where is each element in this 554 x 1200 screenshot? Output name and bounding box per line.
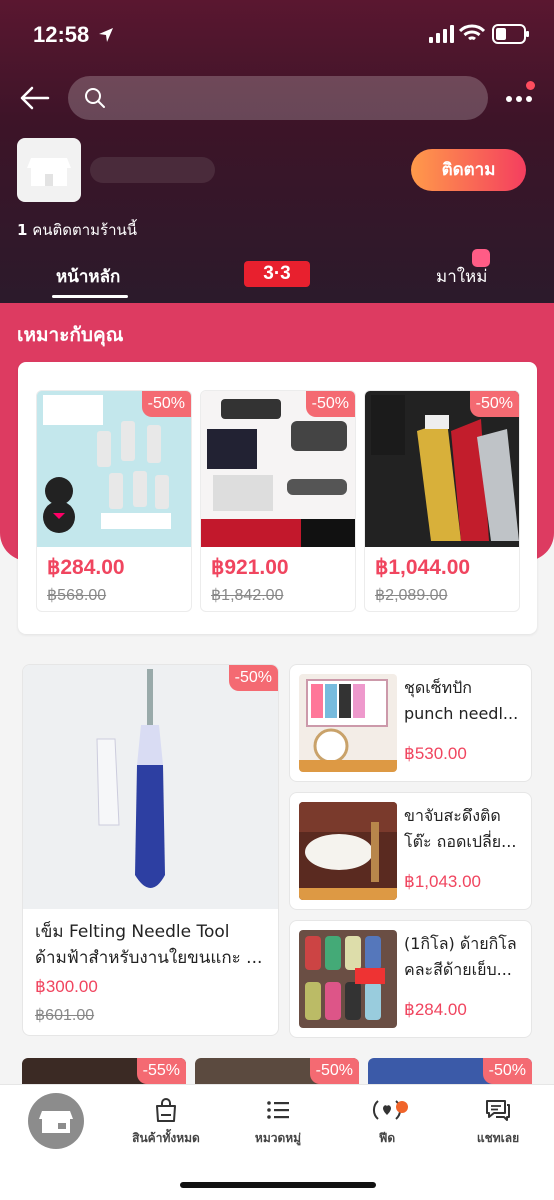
search-bar[interactable] [68, 76, 488, 120]
product-price: ฿300.00 [35, 977, 98, 996]
product-image [299, 674, 397, 772]
nav-feed-label: ฟีด [378, 1131, 396, 1145]
product-image [299, 802, 397, 900]
recommended-product-3[interactable]: -50% ฿1,044.00 ฿2,089.00 [364, 390, 520, 612]
nav-categories-label: หมวดหมู่ [254, 1131, 302, 1145]
discount-badge: -50% [305, 391, 355, 417]
tab-promo-33[interactable]: 3·3 [244, 261, 310, 287]
product-price: ฿1,043.00 [404, 872, 481, 891]
for-you-title: เหมาะกับคุณ [17, 324, 124, 346]
notification-dot [526, 81, 535, 90]
product-title-line2: โต๊ะ ถอดเปลี่ย... [404, 832, 517, 851]
side-product-card-2[interactable]: ขาจับสะดึงติด โต๊ะ ถอดเปลี่ย... ฿1,043.0… [289, 792, 532, 910]
side-product-card-3[interactable]: (1กิโล) ด้ายกิโล คละสีด้ายเย็บ... ฿284.0… [289, 920, 532, 1038]
shop-logo[interactable] [17, 138, 81, 202]
shop-name-placeholder [90, 157, 215, 183]
product-title-line1: ชุดเซ็ทปัก [404, 678, 472, 697]
nav-chat[interactable]: แชทเลย [448, 1097, 548, 1148]
new-badge-icon [472, 249, 490, 267]
more-menu-button[interactable] [506, 81, 535, 110]
nav-chat-label: แชทเลย [476, 1131, 520, 1145]
back-arrow-icon[interactable] [18, 84, 50, 112]
product-title-line1: เข็ม Felting Needle Tool [35, 922, 230, 942]
side-product-card-1[interactable]: ชุดเซ็ทปัก punch needl... ฿530.00 [289, 664, 532, 782]
more-dot-icon [516, 96, 522, 102]
home-indicator [180, 1182, 376, 1188]
product-title-line1: ขาจับสะดึงติด [404, 806, 501, 825]
product-original-price: ฿1,842.00 [211, 587, 284, 604]
recommended-product-1[interactable]: -50% ฿284.00 ฿568.00 [36, 390, 192, 612]
followers-number: 1 [17, 221, 28, 239]
product-image [299, 930, 397, 1028]
product-title-line2: ด้ามฟ้าสำหรับงานใยขนแกะ ... [35, 948, 263, 968]
nav-all-products-label: สินค้าทั้งหมด [132, 1131, 200, 1145]
product-title-line2: punch needl... [404, 704, 519, 723]
status-bar: 12:58 [0, 0, 554, 70]
storefront-icon [39, 1111, 73, 1133]
nav-categories[interactable]: หมวดหมู่ [228, 1097, 328, 1148]
discount-badge: -50% [309, 1058, 359, 1084]
followers-count: 1 คนติดตามร้านนี้ [17, 218, 137, 242]
list-icon [267, 1101, 289, 1119]
product-price: ฿530.00 [404, 744, 467, 763]
product-price: ฿284.00 [47, 556, 125, 579]
product-price: ฿284.00 [404, 1000, 467, 1019]
cellular-signal-icon [429, 25, 454, 43]
shopping-bag-icon [156, 1098, 176, 1122]
product-image [23, 665, 278, 909]
wifi-icon [459, 24, 485, 41]
shop-home-button[interactable] [28, 1093, 84, 1149]
followers-label: คนติดตามร้านนี้ [27, 221, 138, 239]
discount-badge: -55% [136, 1058, 186, 1084]
product-title: ชุดเซ็ทปัก punch needl... [404, 675, 526, 727]
search-icon [85, 88, 105, 108]
feed-notification-dot [396, 1101, 408, 1113]
product-original-price: ฿601.00 [35, 1007, 95, 1024]
shop-tabs: หน้าหลัก 3·3 มาใหม่ [0, 249, 554, 303]
discount-badge: -50% [141, 391, 191, 417]
felting-needle-image [23, 665, 278, 909]
product-title: (1กิโล) ด้ายกิโล คละสีด้ายเย็บ... [404, 931, 526, 983]
more-dot-icon [526, 96, 532, 102]
product-price: ฿1,044.00 [375, 556, 471, 579]
featured-product-card[interactable]: -50% เข็ม Felting Needle Tool ด้ามฟ้าสำห… [22, 664, 279, 1036]
discount-badge: -50% [482, 1058, 532, 1084]
storefront-icon [27, 158, 71, 186]
status-time: 12:58 [33, 22, 90, 47]
tab-new-arrivals[interactable]: มาใหม่ [436, 263, 487, 290]
punch-needle-kit-image [299, 674, 397, 772]
product-original-price: ฿568.00 [47, 587, 107, 604]
product-price: ฿921.00 [211, 556, 289, 579]
tab-home[interactable]: หน้าหลัก [56, 263, 120, 290]
product-title-line2: คละสีด้ายเย็บ... [404, 960, 512, 979]
location-arrow-icon [99, 28, 113, 42]
tab-active-indicator [52, 295, 128, 298]
thread-spools-image [299, 930, 397, 1028]
product-title: ขาจับสะดึงติด โต๊ะ ถอดเปลี่ย... [404, 803, 526, 855]
discount-badge: -50% [228, 665, 278, 691]
recommended-product-2[interactable]: -50% ฿921.00 ฿1,842.00 [200, 390, 356, 612]
discount-badge: -50% [469, 391, 519, 417]
chat-icon [486, 1100, 510, 1121]
more-dot-icon [506, 96, 512, 102]
recommended-carousel: -50% ฿284.00 ฿568.00 -50% ฿921.00 ฿1,842… [18, 362, 537, 634]
product-original-price: ฿2,089.00 [375, 587, 448, 604]
nav-all-products[interactable]: สินค้าทั้งหมด [116, 1097, 216, 1148]
battery-icon [492, 24, 529, 44]
nav-feed[interactable]: ฟีด [337, 1097, 437, 1148]
product-title-line1: (1กิโล) ด้ายกิโล [404, 934, 517, 953]
embroidery-stand-image [299, 802, 397, 900]
search-input[interactable] [114, 76, 474, 120]
product-title: เข็ม Felting Needle Tool ด้ามฟ้าสำหรับงา… [35, 919, 271, 971]
follow-button[interactable]: ติดตาม [411, 149, 526, 191]
